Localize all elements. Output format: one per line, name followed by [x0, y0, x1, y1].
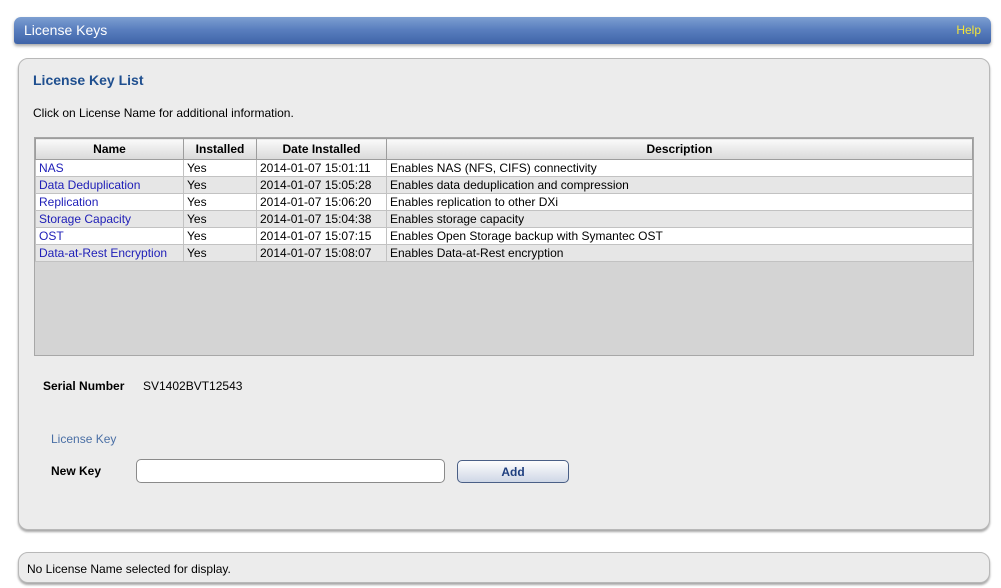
table-row[interactable]: OST Yes 2014-01-07 15:07:15 Enables Open…: [35, 227, 973, 245]
serial-number-value: SV1402BVT12543: [143, 379, 243, 393]
new-key-input[interactable]: [136, 459, 445, 483]
column-header-description[interactable]: Description: [386, 138, 973, 160]
description-cell: Enables NAS (NFS, CIFS) connectivity: [386, 159, 973, 177]
date-cell: 2014-01-07 15:04:38: [256, 210, 387, 228]
table-header-row: Name Installed Date Installed Descriptio…: [35, 138, 973, 160]
description-cell: Enables Data-at-Rest encryption: [386, 244, 973, 262]
license-key-list-panel: License Key List Click on License Name f…: [18, 58, 990, 530]
date-cell: 2014-01-07 15:06:20: [256, 193, 387, 211]
installed-cell: Yes: [183, 210, 257, 228]
date-cell: 2014-01-07 15:01:11: [256, 159, 387, 177]
table-row[interactable]: Replication Yes 2014-01-07 15:06:20 Enab…: [35, 193, 973, 211]
description-cell: Enables storage capacity: [386, 210, 973, 228]
table-row[interactable]: Data Deduplication Yes 2014-01-07 15:05:…: [35, 176, 973, 194]
window-title: License Keys: [24, 22, 108, 38]
column-header-name[interactable]: Name: [35, 138, 184, 160]
column-header-date-installed[interactable]: Date Installed: [256, 138, 387, 160]
table-row[interactable]: Storage Capacity Yes 2014-01-07 15:04:38…: [35, 210, 973, 228]
installed-cell: Yes: [183, 193, 257, 211]
license-name-link[interactable]: Replication: [35, 193, 184, 211]
table-row[interactable]: Data-at-Rest Encryption Yes 2014-01-07 1…: [35, 244, 973, 262]
installed-cell: Yes: [183, 244, 257, 262]
add-button[interactable]: Add: [457, 460, 569, 483]
license-name-link[interactable]: Data Deduplication: [35, 176, 184, 194]
help-link[interactable]: Help: [956, 23, 981, 37]
installed-cell: Yes: [183, 227, 257, 245]
date-cell: 2014-01-07 15:05:28: [256, 176, 387, 194]
license-key-section-label: License Key: [51, 432, 117, 446]
title-bar: License Keys Help: [14, 17, 991, 44]
panel-heading: License Key List: [33, 72, 144, 88]
serial-number-label: Serial Number: [43, 379, 125, 393]
description-cell: Enables data deduplication and compressi…: [386, 176, 973, 194]
description-cell: Enables Open Storage backup with Symante…: [386, 227, 973, 245]
installed-cell: Yes: [183, 159, 257, 177]
panel-hint: Click on License Name for additional inf…: [33, 106, 294, 120]
license-name-link[interactable]: OST: [35, 227, 184, 245]
license-name-link[interactable]: Storage Capacity: [35, 210, 184, 228]
description-cell: Enables replication to other DXi: [386, 193, 973, 211]
status-message: No License Name selected for display.: [27, 562, 231, 576]
license-table: Name Installed Date Installed Descriptio…: [35, 138, 973, 262]
installed-cell: Yes: [183, 176, 257, 194]
column-header-installed[interactable]: Installed: [183, 138, 257, 160]
license-name-link[interactable]: Data-at-Rest Encryption: [35, 244, 184, 262]
table-row[interactable]: NAS Yes 2014-01-07 15:01:11 Enables NAS …: [35, 159, 973, 177]
license-name-link[interactable]: NAS: [35, 159, 184, 177]
date-cell: 2014-01-07 15:08:07: [256, 244, 387, 262]
new-key-label: New Key: [51, 464, 102, 478]
date-cell: 2014-01-07 15:07:15: [256, 227, 387, 245]
license-detail-panel: No License Name selected for display.: [18, 552, 990, 583]
license-table-container: Name Installed Date Installed Descriptio…: [34, 137, 974, 356]
